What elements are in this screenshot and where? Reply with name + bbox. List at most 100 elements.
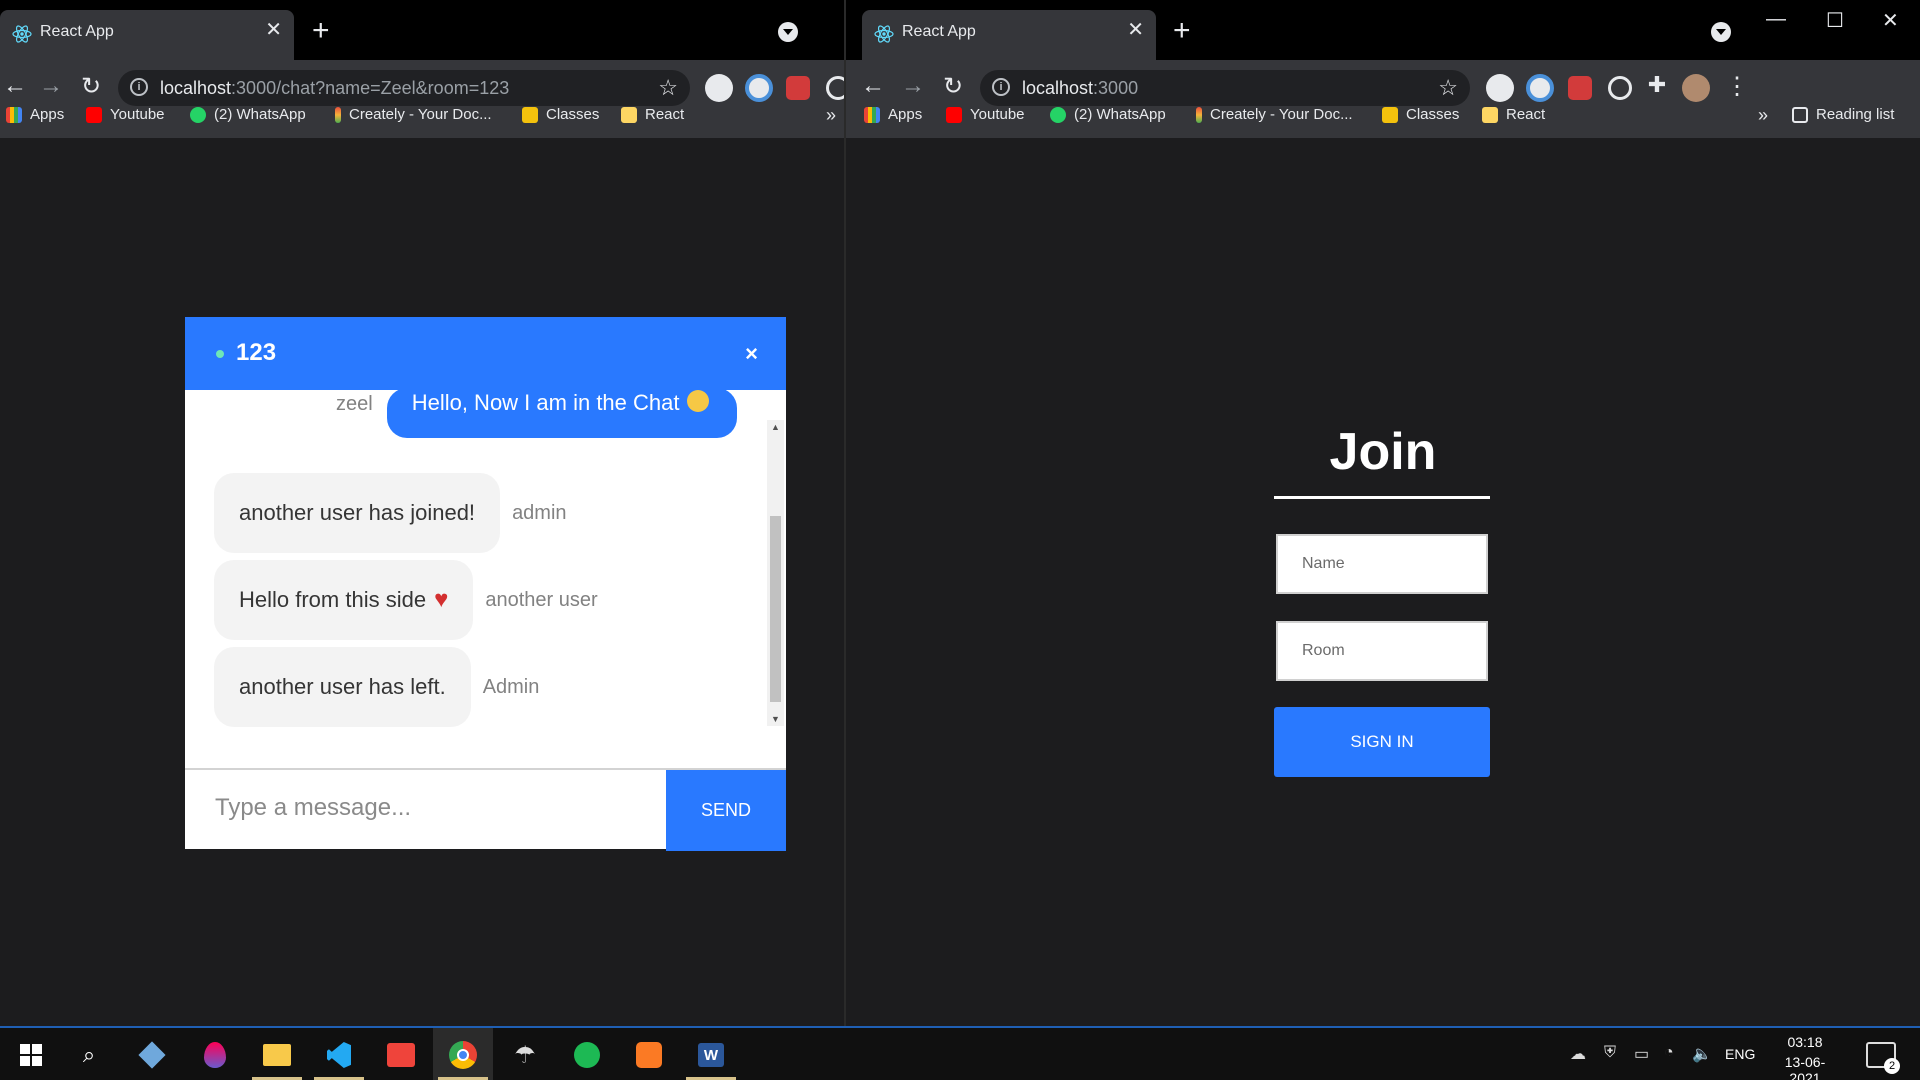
close-window-icon[interactable]: ✕ xyxy=(1882,8,1899,33)
maximize-icon[interactable]: ☐ xyxy=(1826,8,1844,33)
tab-react-app[interactable]: React App ✕ xyxy=(862,10,1156,60)
3d-box-icon[interactable] xyxy=(135,1038,169,1072)
address-bar[interactable]: i localhost:3000 ☆ xyxy=(980,70,1470,106)
vscode-icon[interactable] xyxy=(322,1038,356,1072)
bookmark-apps[interactable]: Apps xyxy=(6,106,64,123)
extension-icon-3[interactable] xyxy=(786,76,810,100)
close-tab-icon[interactable]: ✕ xyxy=(265,20,282,40)
reading-list[interactable]: Reading list xyxy=(1792,106,1894,123)
bookmark-star-icon[interactable]: ☆ xyxy=(1438,75,1458,101)
name-input[interactable]: Name xyxy=(1276,534,1488,594)
extension-icon-1[interactable] xyxy=(705,74,733,102)
site-info-icon[interactable]: i xyxy=(992,78,1010,96)
notification-center-icon[interactable]: 2 xyxy=(1866,1042,1900,1074)
spotify-icon[interactable] xyxy=(570,1038,604,1072)
word-icon[interactable]: W xyxy=(694,1038,728,1072)
sign-in-button[interactable]: SIGN IN xyxy=(1274,707,1490,777)
heart-emoji-icon: ♥ xyxy=(434,586,449,613)
paint-palette-icon[interactable]: ☂ xyxy=(508,1038,542,1072)
battery-icon[interactable]: ▭ xyxy=(1634,1044,1649,1080)
file-explorer-icon[interactable] xyxy=(260,1038,294,1072)
bookmark-apps[interactable]: Apps xyxy=(864,106,922,123)
chrome-icon[interactable] xyxy=(446,1038,480,1072)
drop-app-icon[interactable] xyxy=(198,1038,232,1072)
xampp-icon[interactable] xyxy=(632,1038,666,1072)
reload-icon[interactable]: ↻ xyxy=(76,72,106,101)
room-input[interactable]: Room xyxy=(1276,621,1488,681)
send-button[interactable]: SEND xyxy=(666,770,786,851)
tab-react-app[interactable]: React App ✕ xyxy=(0,10,294,60)
bookmark-react[interactable]: React xyxy=(1482,106,1545,123)
creately-icon xyxy=(1196,106,1202,123)
messages-list[interactable]: zeel Hello, Now I am in the Chat another… xyxy=(185,390,786,768)
security-shield-icon[interactable]: ⛨ xyxy=(1604,1044,1616,1080)
volume-icon[interactable]: 🔈 xyxy=(1692,1044,1712,1080)
forward-icon[interactable]: → xyxy=(36,72,66,100)
tab-title: React App xyxy=(40,23,114,40)
language-indicator[interactable]: ENG xyxy=(1725,1046,1755,1080)
extension-icon-4[interactable] xyxy=(1608,76,1632,100)
windows-start-icon[interactable] xyxy=(14,1038,48,1072)
search-icon[interactable]: ⌕ xyxy=(72,1038,106,1072)
bookmark-classes[interactable]: Classes xyxy=(522,106,599,123)
room-placeholder: Room xyxy=(1302,642,1345,659)
scroll-up-icon[interactable]: ▲ xyxy=(771,422,780,432)
messages-scrollbar[interactable]: ▲ ▼ xyxy=(767,420,784,726)
extension-icon-4[interactable] xyxy=(826,76,844,100)
back-icon[interactable]: ← xyxy=(0,72,30,100)
bookmark-creately[interactable]: Creately - Your Doc... xyxy=(335,106,492,123)
minimize-icon[interactable]: — xyxy=(1766,8,1786,31)
bookmarks-overflow-icon[interactable]: » xyxy=(1758,105,1768,126)
message-composer: Type a message... SEND xyxy=(185,768,786,851)
tab-search-icon[interactable] xyxy=(1711,22,1731,42)
join-heading: Join xyxy=(1329,423,1437,481)
message-sender: another user xyxy=(485,588,598,611)
back-icon[interactable]: ← xyxy=(858,72,888,100)
bookmarks-overflow-icon[interactable]: » xyxy=(826,105,836,126)
extension-icon-2[interactable] xyxy=(745,74,773,102)
site-info-icon[interactable]: i xyxy=(130,78,148,96)
bookmark-classes[interactable]: Classes xyxy=(1382,106,1459,123)
join-heading-underline xyxy=(1274,496,1490,499)
bookmark-react[interactable]: React xyxy=(621,106,684,123)
close-chat-icon[interactable]: × xyxy=(745,341,758,367)
address-bar[interactable]: i localhost:3000/chat?name=Zeel&room=123… xyxy=(118,70,690,106)
chat-window: 123 × zeel Hello, Now I am in the Chat a… xyxy=(185,317,786,851)
message-bubble: Hello, Now I am in the Chat xyxy=(386,390,737,438)
message-input[interactable]: Type a message... xyxy=(215,794,411,822)
folder-classes-icon xyxy=(522,106,538,123)
bookmark-star-icon[interactable]: ☆ xyxy=(658,75,678,101)
bookmark-whatsapp[interactable]: (2) WhatsApp xyxy=(1050,106,1166,123)
scrollbar-thumb[interactable] xyxy=(770,516,781,702)
tab-search-icon[interactable] xyxy=(778,22,798,42)
tab-title: React App xyxy=(902,23,976,40)
bookmark-youtube[interactable]: Youtube xyxy=(946,106,1025,123)
extension-icon-1[interactable] xyxy=(1486,74,1514,102)
extension-icon-2[interactable] xyxy=(1526,74,1554,102)
message-sender: Admin xyxy=(482,675,540,698)
bookmark-youtube[interactable]: Youtube xyxy=(86,106,165,123)
forward-icon[interactable]: → xyxy=(898,72,928,100)
onedrive-icon[interactable]: ☁ xyxy=(1570,1044,1586,1080)
clock[interactable]: 03:18 13-06-2021 xyxy=(1770,1034,1840,1080)
message-bubble: Hello from this side ♥ xyxy=(214,560,474,640)
wifi-icon[interactable]: ◔ xyxy=(1664,1044,1674,1080)
scroll-down-icon[interactable]: ▼ xyxy=(771,714,780,724)
tab-strip: React App ✕ + xyxy=(0,0,844,60)
react-icon xyxy=(12,25,32,43)
bookmark-creately[interactable]: Creately - Your Doc... xyxy=(1196,106,1353,123)
new-tab-button[interactable]: + xyxy=(312,16,330,46)
bookmark-whatsapp[interactable]: (2) WhatsApp xyxy=(190,106,306,123)
whatsapp-icon xyxy=(190,106,206,123)
anydesk-icon[interactable] xyxy=(384,1038,418,1072)
browser-window-join: React App ✕ + — ☐ ✕ ← → ↻ i localhost:30… xyxy=(846,0,1920,1026)
reload-icon[interactable]: ↻ xyxy=(938,72,968,101)
new-tab-button[interactable]: + xyxy=(1173,16,1191,46)
folder-react-icon xyxy=(621,106,637,123)
menu-kebab-icon[interactable]: ⋮ xyxy=(1722,72,1752,101)
profile-avatar[interactable] xyxy=(1682,74,1710,102)
extensions-puzzle-icon[interactable]: ✚ xyxy=(1642,72,1672,98)
apps-grid-icon xyxy=(6,106,22,123)
extension-icon-3[interactable] xyxy=(1568,76,1592,100)
close-tab-icon[interactable]: ✕ xyxy=(1127,20,1144,40)
